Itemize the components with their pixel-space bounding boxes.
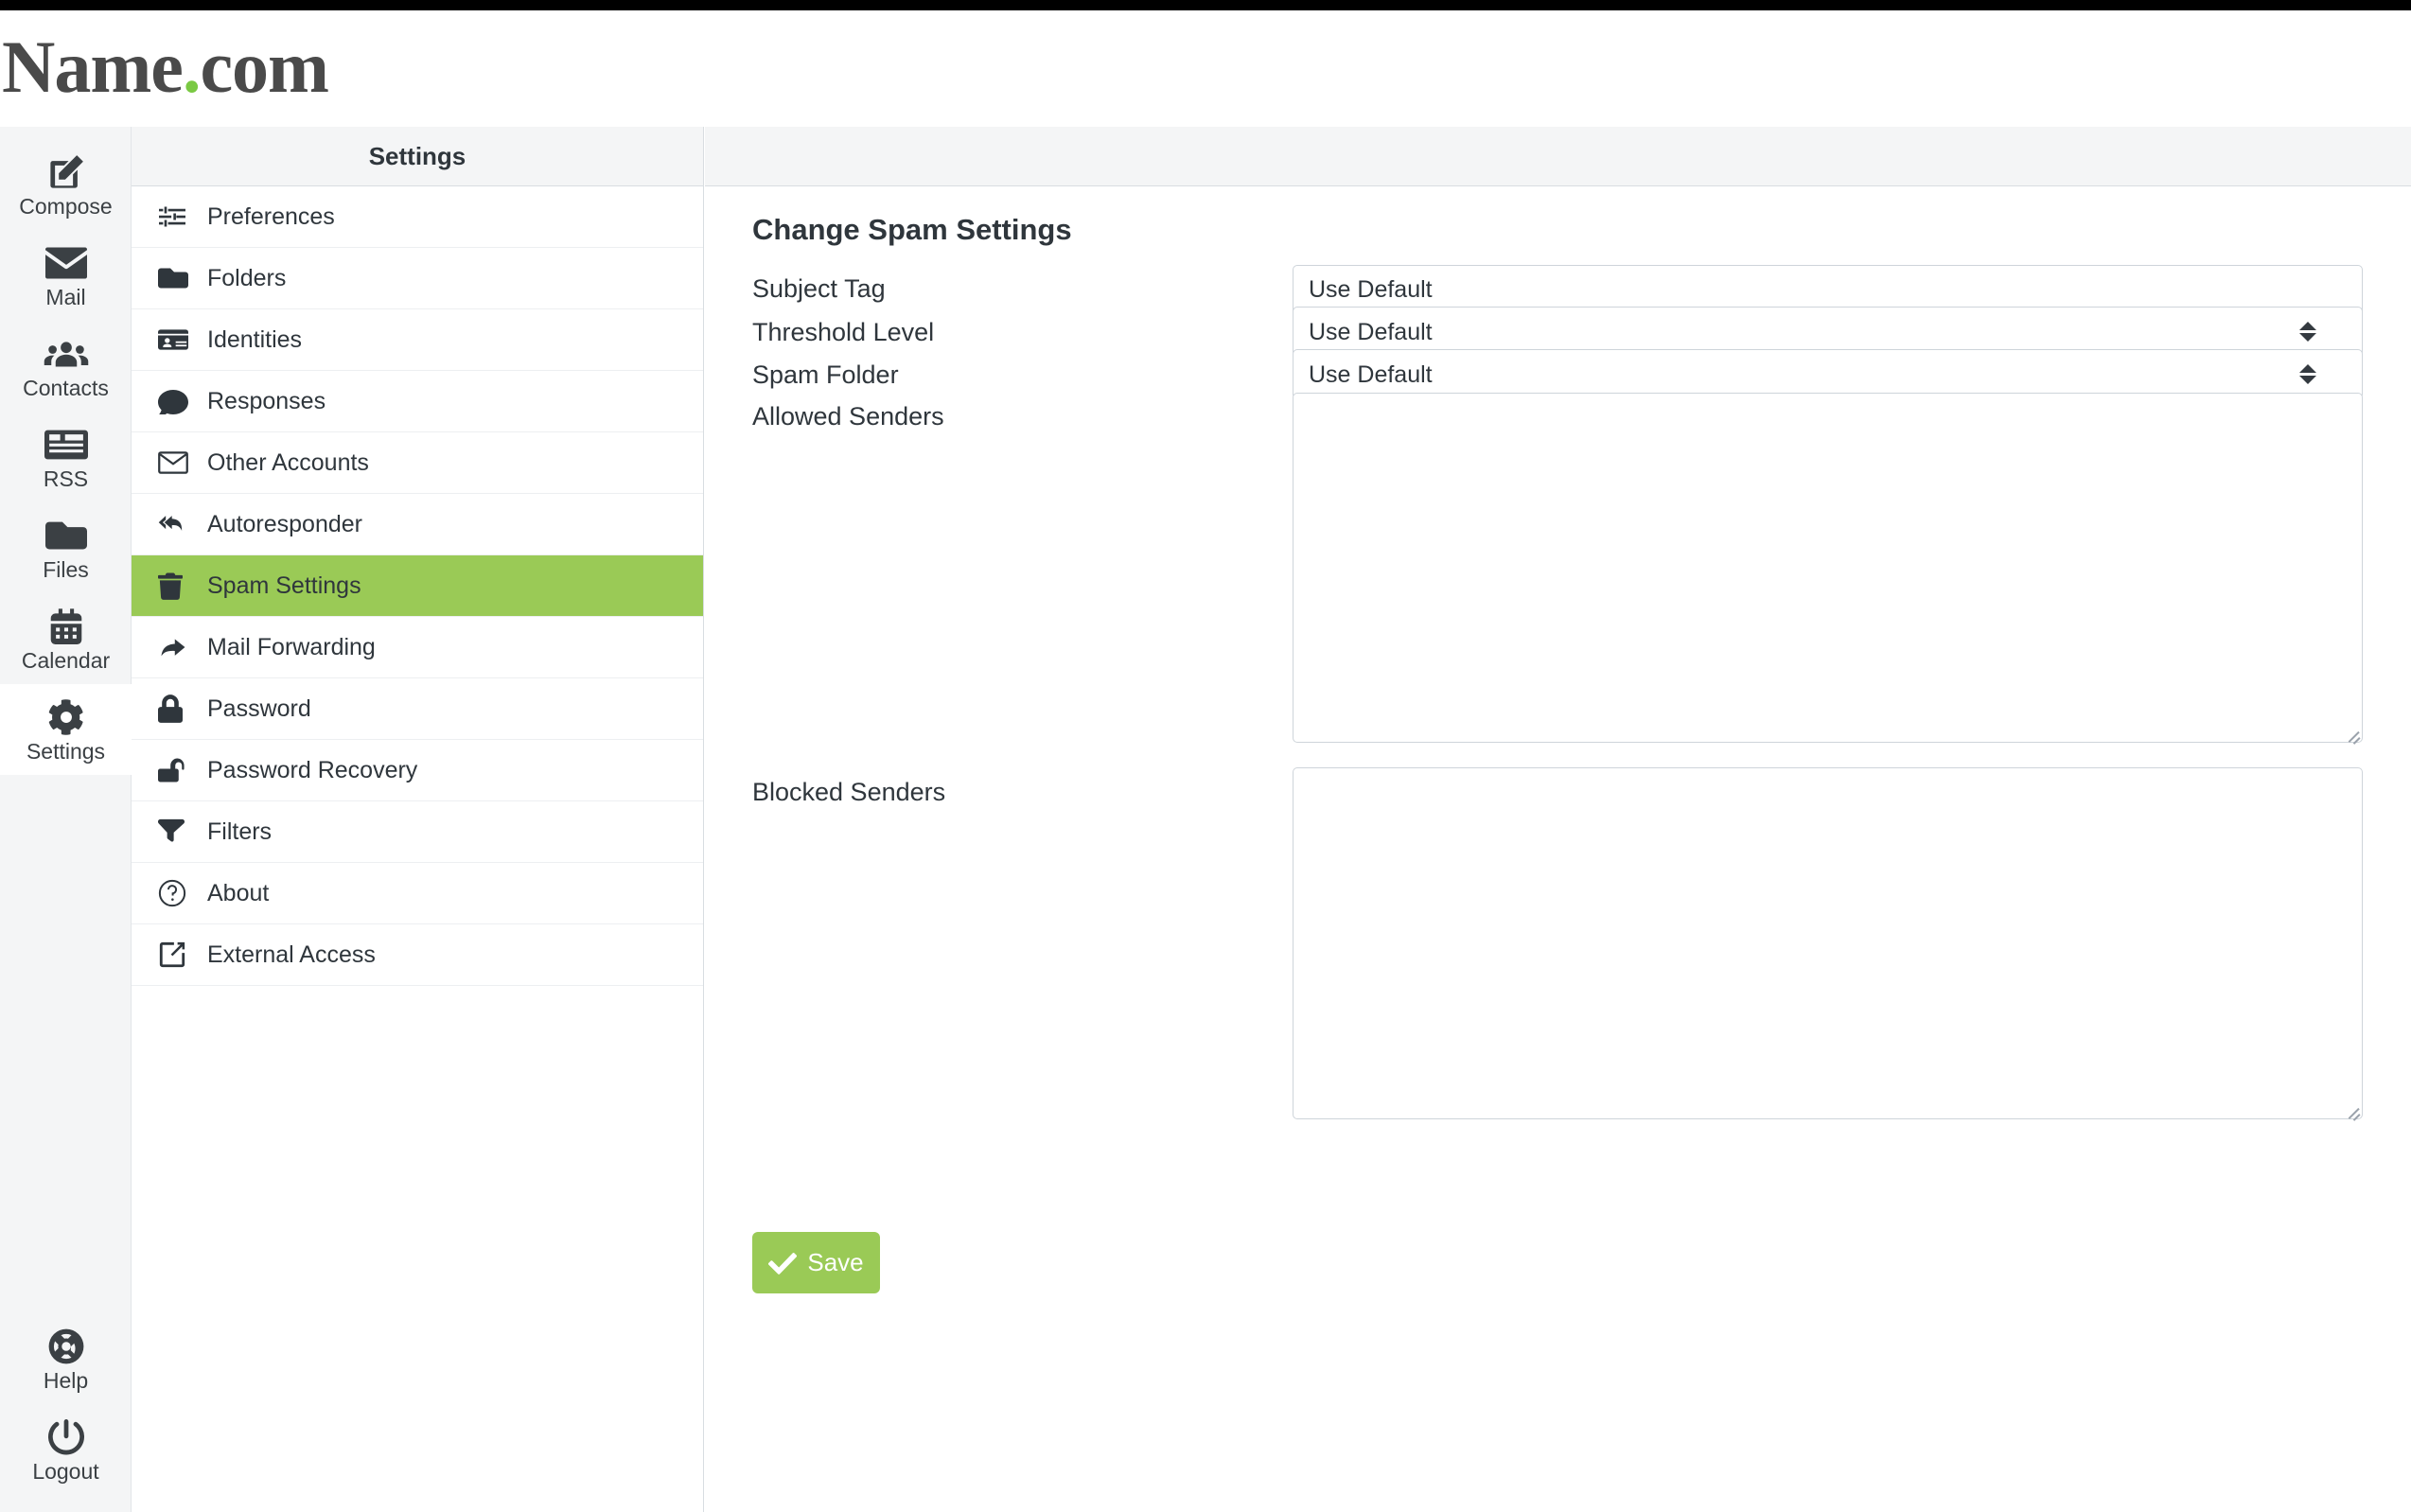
settings-column-title: Settings bbox=[132, 127, 703, 186]
sidebar-item-other-accounts[interactable]: Other Accounts bbox=[132, 432, 703, 494]
external-link-icon bbox=[158, 940, 203, 970]
page-title: Change Spam Settings bbox=[752, 213, 1072, 246]
sidebar-label-external-access: External Access bbox=[207, 941, 376, 968]
sidebar-label-preferences: Preferences bbox=[207, 203, 335, 230]
label-spam-folder: Spam Folder bbox=[752, 360, 899, 389]
rail-label-compose: Compose bbox=[19, 194, 113, 219]
allowed-senders-textarea[interactable] bbox=[1293, 393, 2363, 743]
rail-item-files[interactable]: Files bbox=[0, 502, 132, 593]
logo-green-dot: . bbox=[182, 26, 201, 108]
sidebar-item-password[interactable]: Password bbox=[132, 678, 703, 740]
sidebar-label-responses: Responses bbox=[207, 388, 326, 414]
rail-label-mail: Mail bbox=[45, 285, 86, 309]
rail-label-logout: Logout bbox=[32, 1459, 99, 1484]
sidebar-label-other-accounts: Other Accounts bbox=[207, 449, 369, 476]
sidebar-item-mail-forwarding[interactable]: Mail Forwarding bbox=[132, 617, 703, 678]
id-card-icon bbox=[158, 325, 203, 355]
sidebar-label-autoresponder: Autoresponder bbox=[207, 511, 363, 537]
rail-label-contacts: Contacts bbox=[23, 376, 109, 400]
lock-icon bbox=[158, 694, 203, 724]
sidebar-item-about[interactable]: About bbox=[132, 863, 703, 924]
logo-text-first: Name bbox=[2, 26, 184, 108]
app-icon-rail: Compose Mail Contacts RSS Files Calendar… bbox=[0, 127, 132, 1512]
brand-header: Name.com bbox=[0, 10, 2411, 127]
sidebar-item-external-access[interactable]: External Access bbox=[132, 924, 703, 986]
gear-icon bbox=[0, 697, 132, 737]
rail-label-rss: RSS bbox=[43, 466, 89, 491]
sidebar-item-folders[interactable]: Folders bbox=[132, 248, 703, 309]
sidebar-label-filters: Filters bbox=[207, 818, 273, 845]
label-subject-tag: Subject Tag bbox=[752, 274, 886, 303]
label-threshold-level: Threshold Level bbox=[752, 318, 935, 346]
sidebar-item-autoresponder[interactable]: Autoresponder bbox=[132, 494, 703, 555]
contacts-icon bbox=[0, 334, 132, 374]
rail-item-compose[interactable]: Compose bbox=[0, 139, 132, 230]
save-button[interactable]: Save bbox=[752, 1232, 880, 1293]
rail-label-settings: Settings bbox=[26, 739, 106, 764]
sidebar-item-identities[interactable]: Identities bbox=[132, 309, 703, 371]
sidebar-label-folders: Folders bbox=[207, 265, 287, 291]
top-black-bar bbox=[0, 0, 2411, 10]
main-panel-header bbox=[705, 127, 2411, 186]
envelope-icon bbox=[0, 243, 132, 283]
question-circle-icon bbox=[158, 878, 203, 908]
check-icon bbox=[768, 1252, 798, 1275]
label-blocked-senders: Blocked Senders bbox=[752, 778, 946, 806]
rail-item-settings[interactable]: Settings bbox=[0, 684, 132, 775]
rail-label-files: Files bbox=[43, 557, 89, 582]
rail-item-mail[interactable]: Mail bbox=[0, 230, 132, 321]
sidebar-item-filters[interactable]: Filters bbox=[132, 801, 703, 863]
folder-icon bbox=[158, 263, 203, 293]
sliders-icon bbox=[158, 202, 203, 232]
filter-icon bbox=[158, 817, 203, 847]
sidebar-item-responses[interactable]: Responses bbox=[132, 371, 703, 432]
rail-item-calendar[interactable]: Calendar bbox=[0, 593, 132, 684]
rail-item-help[interactable]: Help bbox=[0, 1313, 132, 1404]
life-ring-icon bbox=[0, 1327, 132, 1366]
rss-feed-icon bbox=[0, 425, 132, 465]
name-com-logo[interactable]: Name.com bbox=[2, 20, 329, 114]
rail-item-contacts[interactable]: Contacts bbox=[0, 321, 132, 412]
rail-label-calendar: Calendar bbox=[21, 648, 111, 673]
folder-icon bbox=[0, 516, 132, 555]
power-icon bbox=[0, 1417, 132, 1457]
sidebar-label-password: Password bbox=[207, 695, 311, 722]
main-panel: Change Spam Settings Subject Tag Thresho… bbox=[705, 127, 2411, 1512]
sidebar-item-password-recovery[interactable]: Password Recovery bbox=[132, 740, 703, 801]
label-allowed-senders: Allowed Senders bbox=[752, 402, 944, 431]
trash-icon bbox=[158, 571, 203, 601]
rail-label-help: Help bbox=[43, 1368, 89, 1393]
envelope-outline-icon bbox=[158, 448, 203, 478]
compose-icon bbox=[0, 152, 132, 192]
sidebar-item-spam-settings[interactable]: Spam Settings bbox=[132, 555, 703, 617]
save-button-label: Save bbox=[807, 1248, 864, 1276]
sidebar-label-password-recovery: Password Recovery bbox=[207, 757, 418, 783]
logo-text-last: com bbox=[200, 26, 329, 108]
sidebar-label-responses-identities: Identities bbox=[207, 326, 303, 353]
sidebar-item-preferences[interactable]: Preferences bbox=[132, 186, 703, 248]
sidebar-label-about: About bbox=[207, 880, 270, 906]
blocked-senders-textarea[interactable] bbox=[1293, 767, 2363, 1119]
settings-list-column: Settings Preferences Folders Identities … bbox=[132, 127, 704, 1512]
share-arrow-icon bbox=[158, 632, 203, 662]
reply-all-icon bbox=[158, 509, 203, 539]
rail-item-rss[interactable]: RSS bbox=[0, 412, 132, 502]
comment-icon bbox=[158, 386, 203, 416]
rail-item-logout[interactable]: Logout bbox=[0, 1404, 132, 1495]
calendar-icon bbox=[0, 607, 132, 646]
sidebar-label-spam-settings: Spam Settings bbox=[207, 572, 361, 599]
sidebar-label-mail-forwarding: Mail Forwarding bbox=[207, 634, 376, 660]
unlock-icon bbox=[158, 755, 203, 785]
